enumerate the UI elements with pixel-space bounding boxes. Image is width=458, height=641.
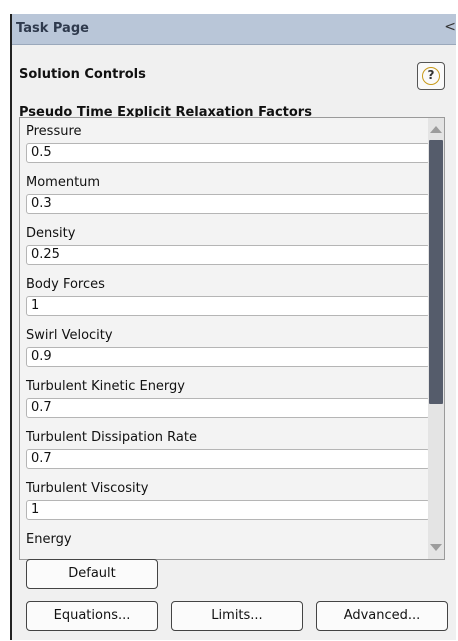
advanced-button[interactable]: Advanced... [316,601,448,631]
help-icon: ? [422,67,440,85]
body-forces-input[interactable]: 1 [26,296,430,316]
field-label: Density [26,226,76,241]
swirl-velocity-input[interactable]: 0.9 [26,347,430,367]
vertical-scrollbar[interactable] [428,118,444,559]
limits-button[interactable]: Limits... [171,601,303,631]
field-label: Turbulent Dissipation Rate [26,430,197,445]
field-pressure: Pressure 0.5 [26,124,430,172]
field-label: Turbulent Kinetic Energy [26,379,185,394]
field-body-forces: Body Forces 1 [26,277,430,325]
relaxation-factors-list: Pressure 0.5 Momentum 0.3 Density 0.25 B… [19,117,445,560]
field-label: Pressure [26,124,82,139]
field-label: Energy [26,532,72,547]
panel-title: Solution Controls [19,67,146,82]
momentum-input[interactable]: 0.3 [26,194,430,214]
field-turbulent-kinetic-energy: Turbulent Kinetic Energy 0.7 [26,379,430,427]
field-momentum: Momentum 0.3 [26,175,430,223]
task-page-title: Task Page [16,21,89,36]
pressure-input[interactable]: 0.5 [26,143,430,163]
field-turbulent-viscosity: Turbulent Viscosity 1 [26,481,430,529]
task-page-panel: Task Page < Solution Controls ? Pseudo T… [10,14,456,640]
turbulent-dissipation-rate-input[interactable]: 0.7 [26,449,430,469]
scroll-down-icon[interactable] [430,544,442,551]
task-page-titlebar: Task Page < [12,14,456,45]
scroll-up-icon[interactable] [430,126,442,133]
collapse-icon[interactable]: < [444,19,456,35]
equations-button[interactable]: Equations... [26,601,158,631]
turbulent-kinetic-energy-input[interactable]: 0.7 [26,398,430,418]
density-input[interactable]: 0.25 [26,245,430,265]
field-label: Momentum [26,175,101,190]
help-button[interactable]: ? [417,62,445,90]
field-density: Density 0.25 [26,226,430,274]
field-turbulent-dissipation-rate: Turbulent Dissipation Rate 0.7 [26,430,430,478]
field-label: Turbulent Viscosity [26,481,149,496]
scroll-thumb[interactable] [429,140,443,404]
field-label: Swirl Velocity [26,328,113,343]
field-swirl-velocity: Swirl Velocity 0.9 [26,328,430,376]
field-energy: Energy [26,532,430,559]
default-button[interactable]: Default [26,559,158,589]
field-label: Body Forces [26,277,105,292]
turbulent-viscosity-input[interactable]: 1 [26,500,430,520]
